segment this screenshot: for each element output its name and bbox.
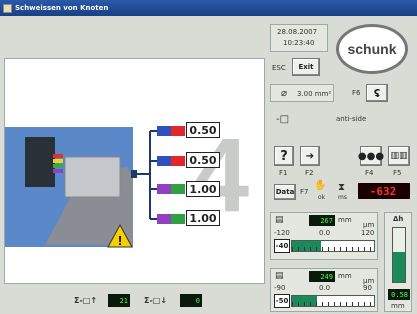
wire-chip-4 — [157, 214, 185, 224]
dots-icon: ●●● — [357, 150, 385, 162]
f6-button[interactable]: ʢ — [366, 84, 388, 102]
gauge2-min: -90 — [274, 284, 286, 292]
wire-chip-3 — [157, 184, 185, 194]
gauge2-unit: mm — [338, 272, 352, 280]
f4-label: F4 — [365, 169, 374, 177]
f5-label: F5 — [393, 169, 402, 177]
gauge1-current[interactable]: -40 — [274, 239, 290, 253]
sum-in-label: Σ-□↑ — [74, 296, 98, 305]
window-title: Schweissen von Knoten — [15, 4, 109, 12]
hourglass-icon: ⧗ — [338, 182, 346, 193]
gauge1-icon: ▤ — [275, 215, 284, 225]
gauge1-min: -120 — [274, 229, 290, 237]
wave-icon: ʢ — [373, 86, 381, 100]
delta-h-fill — [393, 252, 405, 282]
height-gauge-1: ▤ 267 mm µm -120 0.0 120 -40 — [270, 212, 378, 260]
sum-in-value: 21 — [108, 294, 130, 307]
grid-icon: ▥▥ — [390, 151, 408, 161]
node-icon: -□ — [276, 114, 290, 125]
f2-button[interactable]: ➔ — [300, 146, 320, 166]
ok-icon: ✋ — [314, 180, 327, 191]
gauge1-bar — [291, 240, 375, 252]
app-icon — [3, 3, 12, 13]
weld-diagram-panel: 4 ! 0.50 0.50 1.00 1.00 — [4, 58, 265, 284]
cross-section-icon: ⌀ — [281, 88, 288, 99]
sum-out-value: 0 — [180, 294, 202, 307]
gauge1-value: 267 — [309, 215, 335, 226]
delta-h-panel: Δh 0.58 mm — [384, 212, 412, 312]
f2-label: F2 — [305, 169, 314, 177]
wire-value-2[interactable]: 0.50 — [186, 152, 220, 168]
gauge2-value: 249 — [309, 271, 335, 282]
side-value: anti-side — [336, 115, 367, 123]
control-panel: 28.08.2007 10:23:40 schunk ESC Exit ⌀ 3.… — [268, 18, 416, 314]
tool-head — [25, 137, 55, 187]
datetime-box: 28.08.2007 10:23:40 — [270, 24, 328, 52]
cross-section-box[interactable]: ⌀ 3.00 mm² — [270, 84, 334, 102]
bottom-summary: Σ-□↑ 21 Σ-□↓ 0 — [4, 290, 265, 312]
wire-value-4[interactable]: 1.00 — [186, 210, 220, 226]
question-icon: ? — [280, 148, 288, 164]
exit-button[interactable]: Exit — [292, 58, 320, 76]
cross-section-value: 3.00 mm² — [297, 90, 332, 98]
weld-diagram: 4 ! — [5, 117, 249, 248]
arrow-right-icon: ➔ — [305, 150, 315, 162]
svg-text:!: ! — [118, 233, 122, 248]
f7-label: F7 — [300, 188, 309, 196]
delta-h-label: Δh — [393, 215, 404, 223]
title-bar: Schweissen von Knoten — [0, 0, 417, 16]
gauge2-mid: 0.0 — [319, 284, 331, 292]
node-connector — [131, 170, 137, 178]
f1-label: F1 — [279, 169, 288, 177]
delta-h-bar — [392, 227, 406, 283]
gauge2-bar — [291, 295, 375, 307]
time-text: 10:23:40 — [283, 39, 315, 47]
wire-value-1[interactable]: 0.50 — [186, 122, 220, 138]
gauge1-max: 120 — [361, 229, 375, 237]
counter-display: -632 — [358, 183, 410, 199]
date-text: 28.08.2007 — [277, 28, 318, 36]
gauge1-unit: mm — [338, 216, 352, 224]
gauge1-mid: 0.0 — [319, 229, 331, 237]
esc-label: ESC — [272, 64, 286, 72]
data-button[interactable]: Data — [274, 184, 296, 200]
sum-out-label: Σ-□↓ — [144, 296, 168, 305]
wire-chip-1 — [157, 126, 185, 136]
f5-button[interactable]: ▥▥ — [388, 146, 410, 166]
delta-h-unit: mm — [391, 302, 405, 310]
gauge2-icon: ▤ — [275, 271, 284, 281]
gauge2-max: 90 — [363, 284, 372, 292]
delta-h-value: 0.58 — [388, 289, 410, 300]
wire-chip-2 — [157, 156, 185, 166]
schunk-logo: schunk — [336, 24, 408, 74]
ok-label: ok — [318, 194, 326, 201]
gauge2-current[interactable]: -50 — [274, 294, 290, 308]
ms-label: ms — [338, 194, 347, 201]
sonotrode — [64, 156, 121, 198]
help-button[interactable]: ? — [274, 146, 294, 166]
wire-value-3[interactable]: 1.00 — [186, 181, 220, 197]
gauge1-unit2: µm — [363, 221, 375, 229]
f6-label: F6 — [352, 89, 361, 97]
f4-button[interactable]: ●●● — [357, 146, 385, 166]
height-gauge-2: ▤ 249 mm µm -90 0.0 90 -50 — [270, 268, 378, 312]
